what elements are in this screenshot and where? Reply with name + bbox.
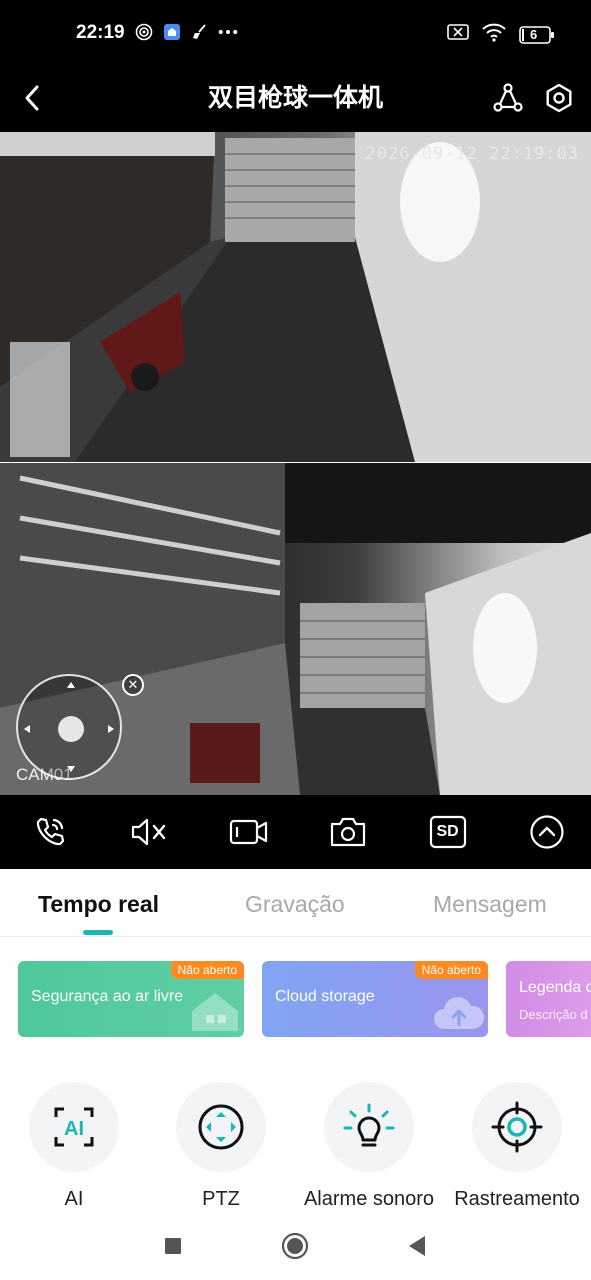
card-title: Cloud storage [275, 988, 375, 1005]
app-bar: 双目枪球一体机 [0, 64, 591, 132]
mute-icon [132, 818, 166, 846]
tab-mensagem[interactable]: Mensagem [433, 891, 547, 918]
feature-label: PTZ [202, 1188, 240, 1210]
status-time: 22:19 [76, 22, 125, 43]
feature-ptz[interactable]: PTZ [146, 1080, 296, 1212]
intercom-button[interactable] [30, 812, 70, 852]
feed-timestamp: 2026-09-12 22:19:03 [365, 144, 579, 164]
tab-gravacao[interactable]: Gravação [245, 891, 345, 918]
active-tab-indicator [83, 930, 113, 935]
arrow-down-icon[interactable] [67, 766, 75, 772]
system-nav-bar [0, 1212, 591, 1280]
ptz-icon [198, 1104, 244, 1150]
status-badge: Não aberto [414, 961, 488, 979]
status-badge: Não aberto [170, 961, 244, 979]
sim-off-icon [447, 24, 469, 45]
status-notification-icons [134, 22, 238, 42]
tab-tempo-real[interactable]: Tempo real [38, 891, 159, 918]
view-tabs: Tempo real Gravação Mensagem [0, 869, 591, 937]
chevron-up-circle-icon [530, 815, 564, 849]
ai-icon: AI [54, 1107, 94, 1147]
record-video-icon [229, 819, 267, 845]
square-icon [165, 1238, 181, 1254]
triangle-back-icon [409, 1236, 425, 1256]
share-icon [493, 83, 523, 112]
feed-scene-1 [0, 132, 591, 462]
sd-label: SD [436, 823, 459, 840]
quality-sd-button[interactable]: SD [428, 812, 468, 852]
feature-alarm-circle [324, 1082, 414, 1172]
call-icon [36, 817, 65, 846]
home-button[interactable] [281, 1232, 309, 1260]
broom-icon [190, 22, 210, 42]
playback-control-bar: SD [0, 795, 591, 869]
tracking-target-icon [491, 1101, 543, 1153]
collapse-button[interactable] [527, 812, 567, 852]
feature-ai-circle: AI [29, 1082, 119, 1172]
snapshot-icon [331, 817, 366, 847]
hexagon-gear-icon [546, 83, 572, 113]
wifi-icon [481, 22, 507, 47]
arrow-up-icon[interactable] [67, 682, 75, 688]
ptz-joystick[interactable] [16, 674, 122, 780]
feature-tracking-circle [472, 1082, 562, 1172]
target-icon [134, 22, 154, 42]
house-icon [192, 993, 238, 1031]
recents-button[interactable] [159, 1232, 187, 1260]
feature-sound-alarm[interactable]: Alarme sonoro [294, 1080, 444, 1212]
close-joystick-button[interactable]: ✕ [122, 674, 144, 696]
feature-ptz-circle [176, 1082, 266, 1172]
card-caption[interactable]: Legenda d Descrição d [506, 961, 591, 1037]
card-title: Segurança ao ar livre [31, 988, 184, 1005]
light-bulb-icon [343, 1103, 395, 1147]
card-outdoor-security[interactable]: Segurança ao ar livre Não aberto [18, 961, 244, 1037]
settings-button[interactable] [541, 78, 577, 118]
feature-ai[interactable]: AI AI [0, 1080, 149, 1212]
joystick-knob[interactable] [58, 716, 84, 742]
feature-label: Rastreamento [454, 1188, 580, 1210]
arrow-right-icon[interactable] [108, 725, 114, 733]
status-bar: 22:19 6 [0, 0, 591, 64]
feature-tracking[interactable]: Rastreamento [442, 1080, 591, 1212]
share-button[interactable] [491, 78, 525, 118]
camera-feed-1[interactable]: 2026-09-12 22:19:03 [0, 132, 591, 462]
back-nav-button[interactable] [403, 1232, 431, 1260]
snapshot-button[interactable] [328, 812, 368, 852]
card-subtitle: Descrição d [519, 1007, 588, 1022]
battery-icon: 6 [519, 25, 555, 44]
service-cards: Segurança ao ar livre Não aberto Cloud s… [18, 961, 591, 1037]
mute-button[interactable] [129, 812, 169, 852]
arrow-left-icon[interactable] [24, 725, 30, 733]
feature-label: Alarme sonoro [303, 1188, 435, 1210]
card-title: Legenda d [519, 979, 591, 996]
more-dots-icon [218, 22, 238, 42]
feature-grid: AI AI PTZ Alarme sonoro Rastreamento [0, 1080, 591, 1212]
cloud-upload-icon [434, 996, 485, 1029]
svg-text:AI: AI [64, 1118, 84, 1140]
home-app-icon [162, 22, 182, 42]
record-button[interactable] [229, 812, 269, 852]
close-icon: ✕ [127, 677, 139, 692]
card-cloud-storage[interactable]: Cloud storage Não aberto [262, 961, 488, 1037]
status-system-icons: 6 [447, 22, 555, 47]
home-circle-icon [281, 1232, 309, 1260]
battery-level: 6 [530, 26, 538, 42]
